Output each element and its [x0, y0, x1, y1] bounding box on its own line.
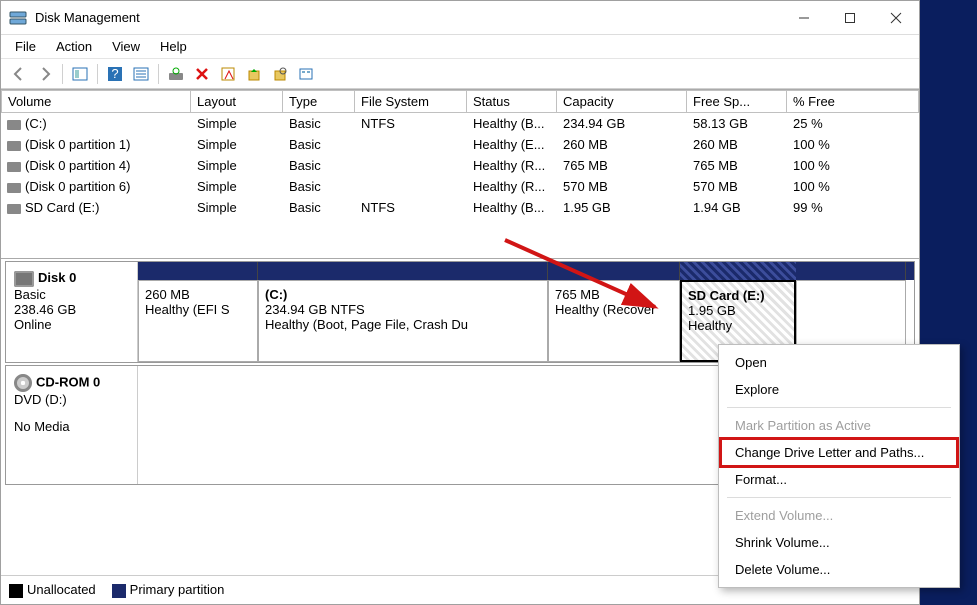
drive-icon: [7, 120, 21, 130]
settings-button[interactable]: [129, 62, 153, 86]
ctx-delete[interactable]: Delete Volume...: [721, 556, 957, 583]
forward-button[interactable]: [33, 62, 57, 86]
disk-icon: [14, 271, 34, 287]
disk-name: Disk 0: [38, 270, 76, 285]
column-headers: Volume Layout Type File System Status Ca…: [1, 90, 919, 113]
volume-row[interactable]: (C:)SimpleBasicNTFSHealthy (B...234.94 G…: [1, 113, 919, 134]
col-volume[interactable]: Volume: [1, 90, 191, 113]
action3-button[interactable]: [294, 62, 318, 86]
drive-icon: [7, 141, 21, 151]
volume-row[interactable]: SD Card (E:)SimpleBasicNTFSHealthy (B...…: [1, 197, 919, 218]
menu-action[interactable]: Action: [46, 36, 102, 57]
drive-icon: [7, 204, 21, 214]
ctx-mark-active: Mark Partition as Active: [721, 412, 957, 439]
svg-text:?: ?: [111, 66, 118, 81]
partition[interactable]: (C:)234.94 GB NTFSHealthy (Boot, Page Fi…: [258, 280, 548, 362]
volume-list: Volume Layout Type File System Status Ca…: [1, 89, 919, 218]
refresh-button[interactable]: [164, 62, 188, 86]
ctx-separator: [727, 497, 951, 498]
ctx-shrink[interactable]: Shrink Volume...: [721, 529, 957, 556]
context-menu: Open Explore Mark Partition as Active Ch…: [718, 344, 960, 588]
cdrom-label[interactable]: CD-ROM 0 DVD (D:) No Media: [6, 366, 138, 484]
legend-primary: Primary partition: [130, 582, 225, 597]
drive-icon: [7, 183, 21, 193]
disk-label[interactable]: Disk 0 Basic 238.46 GB Online: [6, 262, 138, 362]
cdrom-name: CD-ROM 0: [36, 374, 100, 389]
action1-button[interactable]: [242, 62, 266, 86]
col-filesystem[interactable]: File System: [355, 90, 467, 113]
separator: [97, 64, 98, 84]
disk-state: Online: [14, 317, 129, 332]
cdrom-line1: DVD (D:): [14, 392, 129, 407]
ctx-extend: Extend Volume...: [721, 502, 957, 529]
disk-kind: Basic: [14, 287, 129, 302]
menubar: File Action View Help: [1, 35, 919, 59]
col-type[interactable]: Type: [283, 90, 355, 113]
col-layout[interactable]: Layout: [191, 90, 283, 113]
partition-band: [138, 262, 914, 280]
drive-icon: [7, 162, 21, 172]
menu-file[interactable]: File: [5, 36, 46, 57]
cdrom-line2: No Media: [14, 419, 129, 434]
menu-view[interactable]: View: [102, 36, 150, 57]
legend-unallocated: Unallocated: [27, 582, 96, 597]
separator: [62, 64, 63, 84]
volume-row[interactable]: (Disk 0 partition 4)SimpleBasicHealthy (…: [1, 155, 919, 176]
app-icon: [9, 9, 27, 27]
ctx-explore[interactable]: Explore: [721, 376, 957, 403]
maximize-button[interactable]: [827, 1, 873, 35]
col-capacity[interactable]: Capacity: [557, 90, 687, 113]
volume-row[interactable]: (Disk 0 partition 6)SimpleBasicHealthy (…: [1, 176, 919, 197]
window-title: Disk Management: [35, 10, 781, 25]
volume-row[interactable]: (Disk 0 partition 1)SimpleBasicHealthy (…: [1, 134, 919, 155]
col-free[interactable]: Free Sp...: [687, 90, 787, 113]
console-tree-button[interactable]: [68, 62, 92, 86]
menu-help[interactable]: Help: [150, 36, 197, 57]
minimize-button[interactable]: [781, 1, 827, 35]
cd-icon: [14, 374, 32, 392]
close-button[interactable]: [873, 1, 919, 35]
disk-size: 238.46 GB: [14, 302, 129, 317]
partition[interactable]: 260 MBHealthy (EFI S: [138, 280, 258, 362]
delete-button[interactable]: [190, 62, 214, 86]
ctx-separator: [727, 407, 951, 408]
ctx-change-drive-letter[interactable]: Change Drive Letter and Paths...: [721, 439, 957, 466]
legend-swatch-primary: [112, 584, 126, 598]
action2-button[interactable]: [268, 62, 292, 86]
ctx-open[interactable]: Open: [721, 349, 957, 376]
help-button[interactable]: ?: [103, 62, 127, 86]
col-status[interactable]: Status: [467, 90, 557, 113]
legend-swatch-unallocated: [9, 584, 23, 598]
partition[interactable]: 765 MBHealthy (Recover: [548, 280, 680, 362]
separator: [158, 64, 159, 84]
titlebar: Disk Management: [1, 1, 919, 35]
col-pfree[interactable]: % Free: [787, 90, 919, 113]
properties-button[interactable]: [216, 62, 240, 86]
back-button[interactable]: [7, 62, 31, 86]
toolbar: ?: [1, 59, 919, 89]
ctx-format[interactable]: Format...: [721, 466, 957, 493]
